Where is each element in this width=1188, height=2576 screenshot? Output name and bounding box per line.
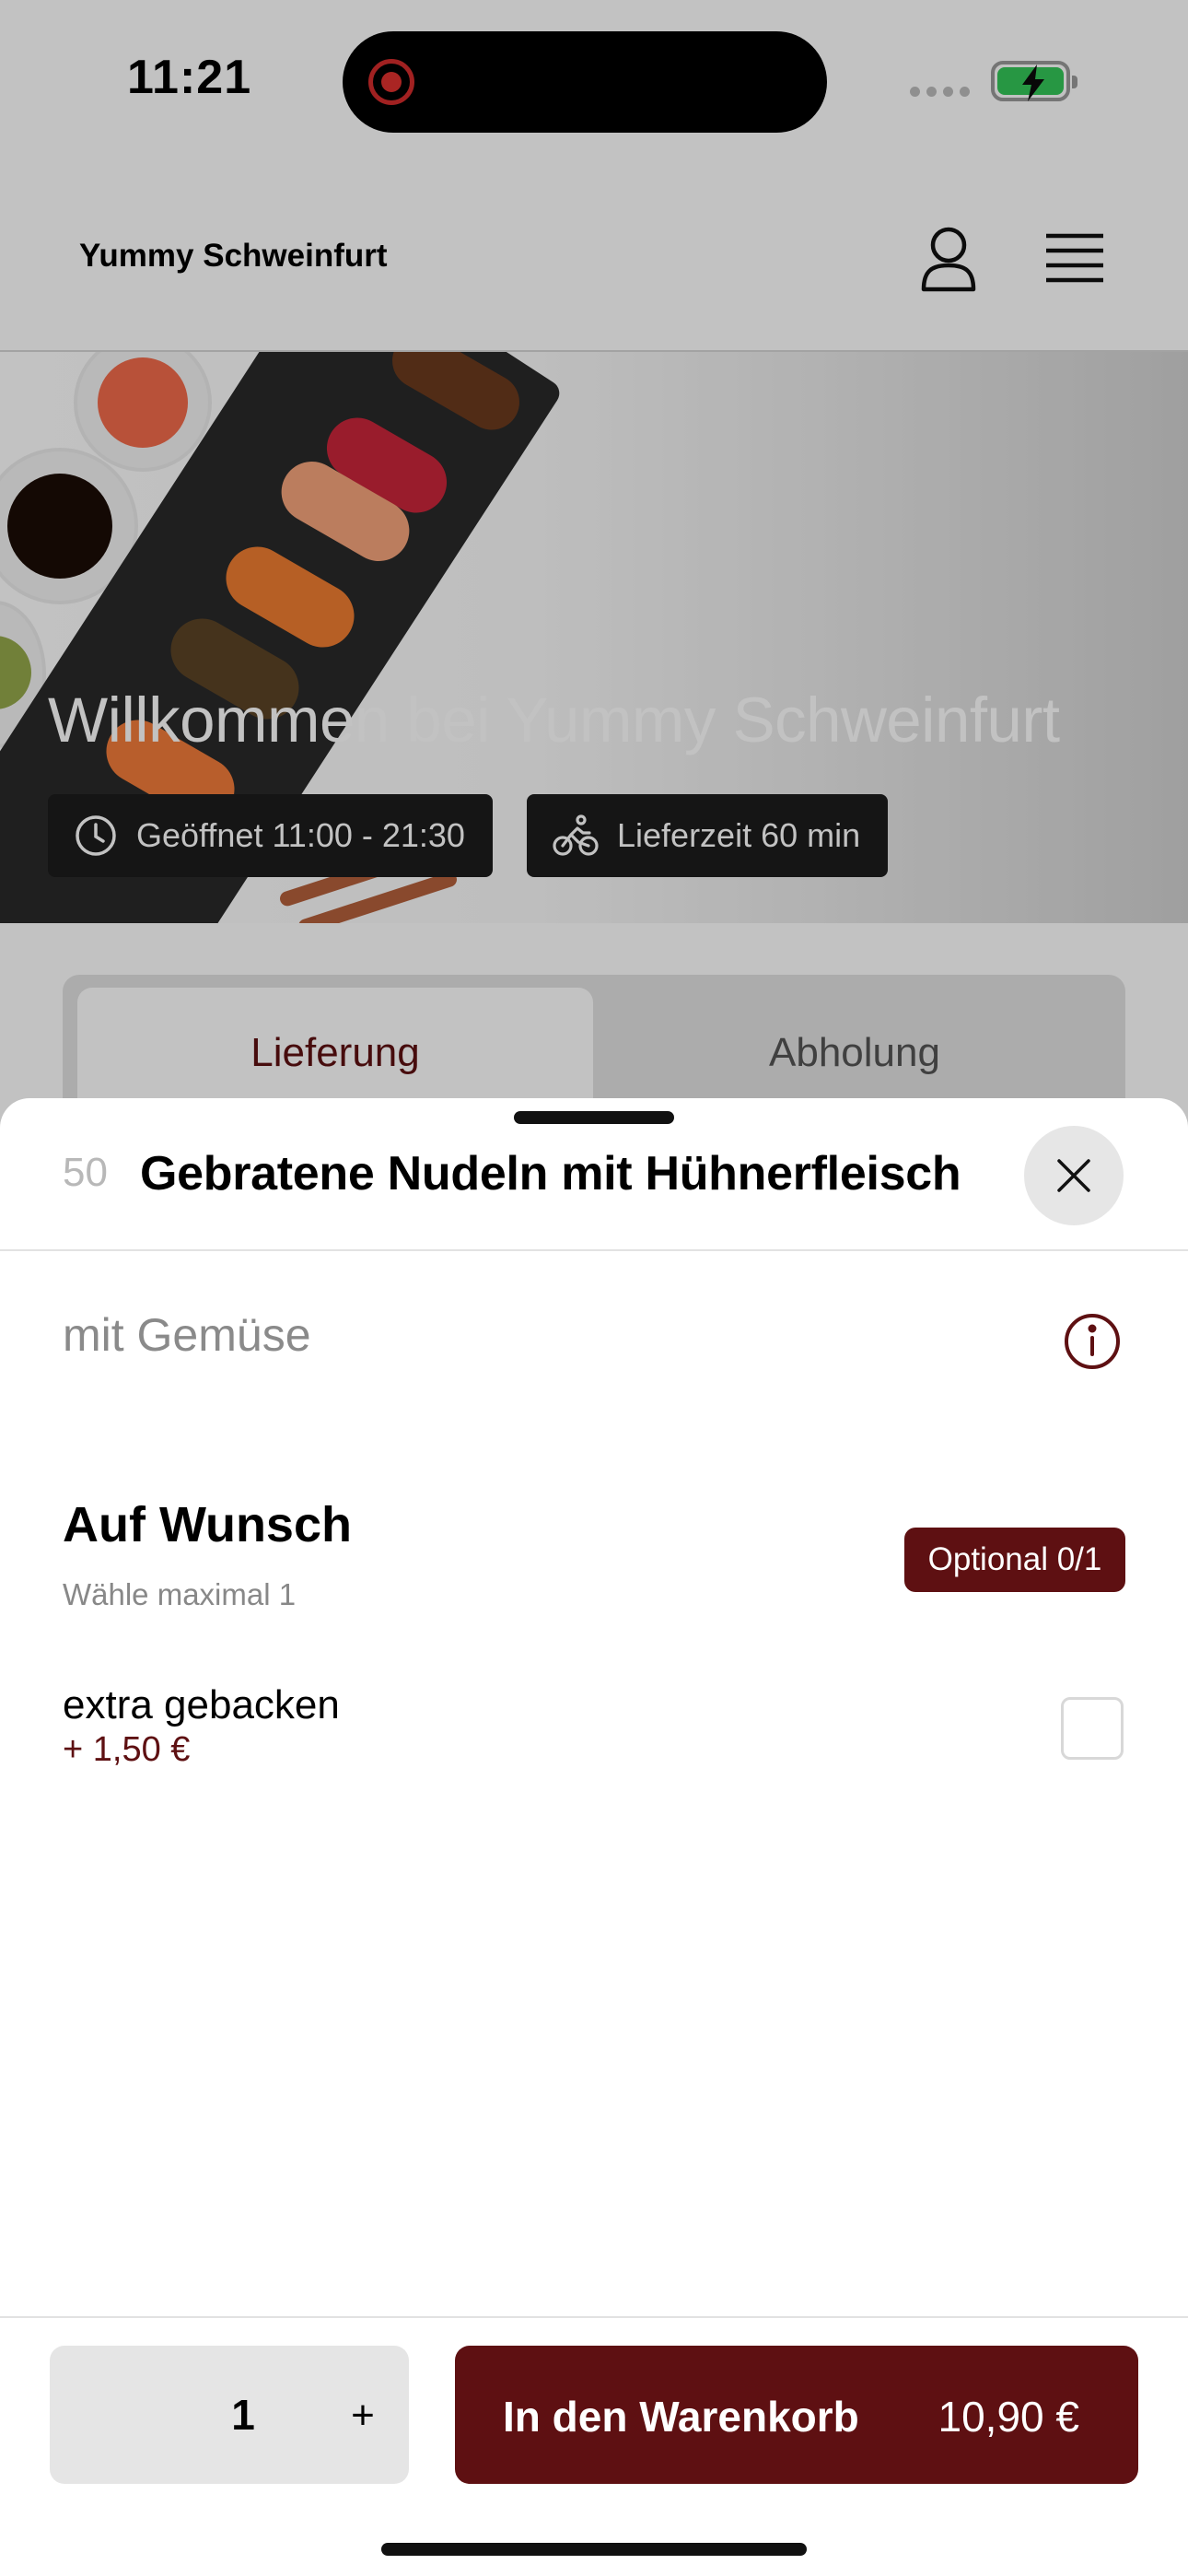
sheet-header: 50 Gebratene Nudeln mit Hühnerfleisch — [0, 1098, 1188, 1251]
option-price: + 1,50 € — [63, 1730, 191, 1769]
increment-button[interactable]: + — [326, 2379, 400, 2453]
item-title: Gebratene Nudeln mit Hühnerfleisch — [140, 1147, 961, 1200]
item-description: mit Gemüse — [63, 1309, 311, 1361]
item-number: 50 — [63, 1150, 108, 1195]
quantity-stepper[interactable]: 1 + — [50, 2346, 409, 2484]
product-sheet: 50 Gebratene Nudeln mit Hühnerfleisch mi… — [0, 1098, 1188, 2576]
option-group-subtitle: Wähle maximal 1 — [63, 1577, 297, 1611]
home-indicator[interactable] — [381, 2543, 807, 2556]
sheet-footer: 1 + In den Warenkorb 10,90 € — [0, 2316, 1188, 2576]
info-icon[interactable] — [1063, 1312, 1122, 1376]
add-to-cart-label: In den Warenkorb — [503, 2393, 859, 2441]
total-price: 10,90 € — [938, 2393, 1079, 2441]
add-to-cart-button[interactable]: In den Warenkorb 10,90 € — [455, 2346, 1138, 2484]
option-label[interactable]: extra gebacken — [63, 1682, 340, 1728]
optional-badge: Optional 0/1 — [904, 1528, 1125, 1592]
option-group-title: Auf Wunsch — [63, 1497, 352, 1552]
sheet-grabber[interactable] — [514, 1111, 674, 1124]
option-checkbox[interactable] — [1061, 1697, 1124, 1760]
close-button[interactable] — [1024, 1126, 1124, 1225]
close-icon — [1057, 1159, 1090, 1192]
quantity-value: 1 — [231, 2391, 255, 2439]
